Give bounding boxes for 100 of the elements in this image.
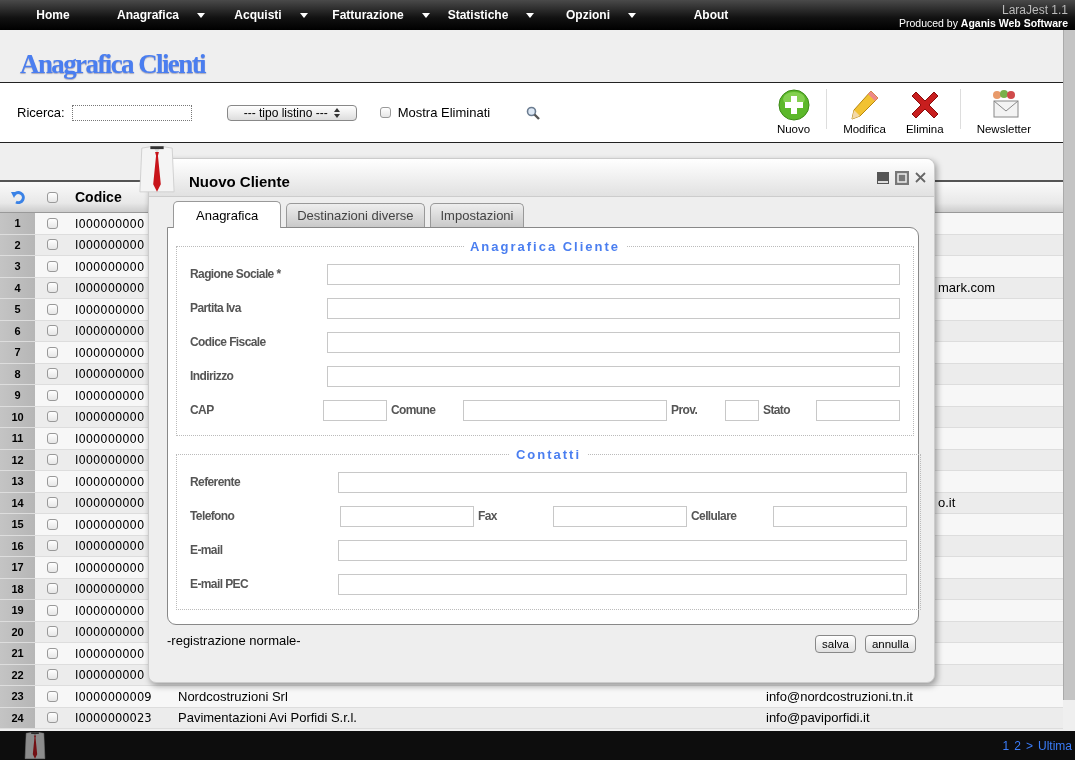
column-header[interactable]: Codice <box>75 189 122 205</box>
table-cell: I000000000 <box>75 281 145 296</box>
row-checkbox[interactable] <box>47 712 58 724</box>
menu-item[interactable]: Fatturazione <box>332 8 404 22</box>
dialog-title: Nuovo Cliente <box>189 173 290 190</box>
edit-button[interactable]: Modifica <box>833 89 896 135</box>
field-label: Prov. <box>670 403 699 417</box>
row-checkbox[interactable] <box>47 217 58 229</box>
row-checkbox[interactable] <box>47 690 58 702</box>
listino-select[interactable]: --- tipo listino --- <box>226 104 357 121</box>
row-checkbox[interactable] <box>47 669 58 681</box>
pager-link[interactable]: > <box>1025 738 1033 753</box>
search-icon[interactable] <box>526 105 541 120</box>
plus-icon <box>777 89 810 121</box>
menu-item[interactable]: Statistiche <box>447 8 509 22</box>
shirt-icon <box>24 732 46 760</box>
table-cell: I000000000 <box>75 345 145 360</box>
row-checkbox[interactable] <box>47 303 58 315</box>
input-field[interactable] <box>327 331 900 353</box>
row-checkbox[interactable] <box>47 260 58 272</box>
row-number: 1 <box>14 217 21 230</box>
menu-item[interactable]: Anagrafica <box>117 8 179 22</box>
row-checkbox[interactable] <box>47 454 58 466</box>
input-field[interactable] <box>553 505 687 527</box>
scrollbar[interactable] <box>1063 30 1075 700</box>
checkbox[interactable] <box>47 191 58 203</box>
search-field[interactable] <box>71 104 192 121</box>
row-checkbox[interactable] <box>47 475 58 487</box>
table-cell: I000000000 <box>75 496 145 511</box>
row-checkbox[interactable] <box>47 647 58 659</box>
add-button[interactable]: Nuovo <box>766 89 821 135</box>
row-number: 6 <box>14 324 21 337</box>
row-checkbox[interactable] <box>47 368 58 380</box>
table-cell: I000000000 <box>75 302 145 317</box>
checkbox-label: Mostra Eliminati <box>397 105 491 120</box>
table-cell: I000000000 <box>75 367 145 382</box>
table-cell: I000000000 <box>75 646 145 661</box>
row-number: 16 <box>11 539 24 552</box>
row-checkbox[interactable] <box>47 432 58 444</box>
menu-item[interactable]: About <box>693 8 729 22</box>
pager-link[interactable]: 2 <box>1014 738 1021 753</box>
input-field[interactable] <box>327 365 900 387</box>
input-field[interactable] <box>773 505 907 527</box>
table-cell: I000000000 <box>75 582 145 597</box>
row-checkbox[interactable] <box>47 411 58 423</box>
row-checkbox[interactable] <box>47 389 58 401</box>
field-label: Stato <box>762 403 791 417</box>
row-checkbox[interactable] <box>47 583 58 595</box>
field-label: CAP <box>190 403 215 417</box>
row-number: 18 <box>11 582 24 595</box>
menu-item[interactable]: Acquisti <box>234 8 282 22</box>
dialog-button[interactable]: annulla <box>864 635 916 653</box>
row-checkbox[interactable] <box>47 282 58 294</box>
tab[interactable]: Impostazioni <box>429 203 525 227</box>
row-checkbox[interactable] <box>47 239 58 251</box>
pager-link[interactable]: 1 <box>1002 738 1010 753</box>
row-checkbox[interactable] <box>47 497 58 509</box>
pager-link[interactable]: Ultima <box>1038 738 1072 753</box>
maximize-icon[interactable] <box>895 170 909 185</box>
input-field[interactable] <box>327 263 900 285</box>
section-legend: Anagrafica Cliente <box>463 239 627 254</box>
table-cell: mark.com <box>938 280 996 296</box>
refresh-icon[interactable] <box>10 190 25 204</box>
row-number: 9 <box>14 389 21 402</box>
menu-item[interactable]: Opzioni <box>566 8 610 22</box>
input-field[interactable] <box>338 471 907 493</box>
input-field[interactable] <box>340 505 474 527</box>
row-number: 24 <box>11 711 24 724</box>
delete-button[interactable]: Elimina <box>895 89 954 135</box>
row-number: 15 <box>11 518 24 531</box>
menu-item[interactable]: Home <box>36 8 70 22</box>
tab[interactable]: Anagrafica <box>173 201 282 228</box>
input-field[interactable] <box>463 399 667 421</box>
newsletter-button[interactable]: Newsletter <box>966 89 1041 135</box>
input-field[interactable] <box>338 539 907 561</box>
field-label: Comune <box>390 403 437 417</box>
updown-arrows-icon <box>333 107 340 118</box>
close-icon[interactable] <box>915 172 926 183</box>
row-checkbox[interactable] <box>47 626 58 638</box>
input-field[interactable] <box>327 297 900 319</box>
input-field[interactable] <box>725 399 759 421</box>
row-checkbox[interactable] <box>47 540 58 552</box>
input-field[interactable] <box>323 399 387 421</box>
field-label: Ragione Sociale * <box>190 267 282 281</box>
checkbox[interactable] <box>379 107 391 118</box>
dialog-button[interactable]: salva <box>815 635 856 653</box>
minimize-icon[interactable] <box>877 171 889 184</box>
row-checkbox[interactable] <box>47 325 58 337</box>
row-checkbox[interactable] <box>47 518 58 530</box>
row-checkbox[interactable] <box>47 561 58 573</box>
row-checkbox[interactable] <box>47 346 58 358</box>
input-field[interactable] <box>816 399 900 421</box>
input-field[interactable] <box>338 573 907 595</box>
tab[interactable]: Destinazioni diverse <box>286 203 425 227</box>
table-cell: I0000000023 <box>75 711 152 726</box>
table-cell: I000000000 <box>75 238 145 253</box>
row-number: 7 <box>14 346 21 359</box>
table-cell: I000000000 <box>75 603 145 618</box>
row-checkbox[interactable] <box>47 604 58 616</box>
field-label: Codice Fiscale <box>190 335 267 349</box>
